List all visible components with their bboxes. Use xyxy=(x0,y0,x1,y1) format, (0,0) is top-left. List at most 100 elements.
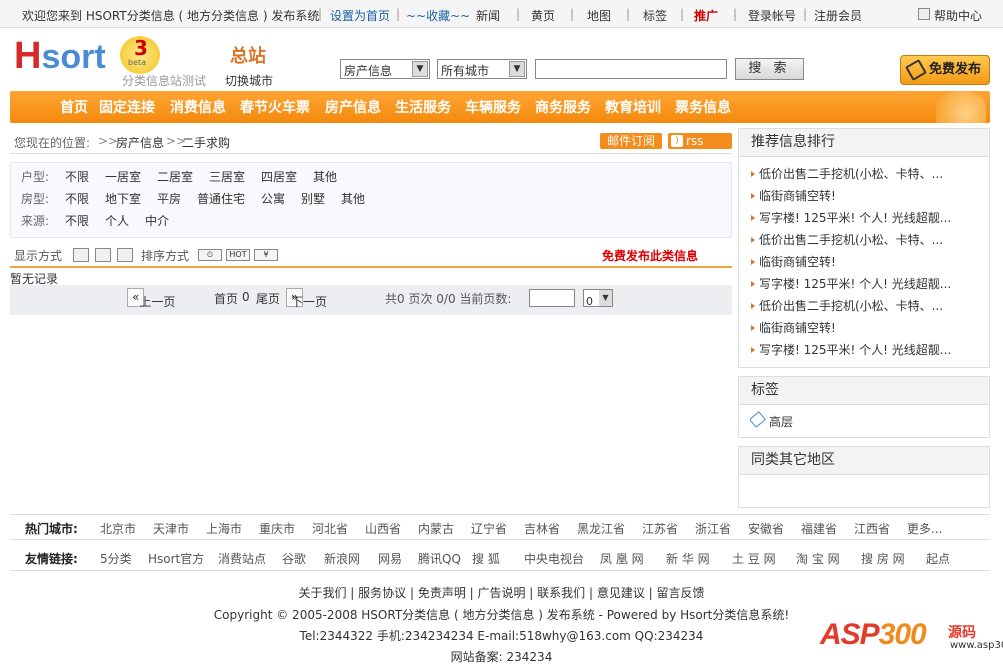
friend-link[interactable]: 搜 房 网 xyxy=(861,550,905,567)
prev-page-button[interactable]: « 上一页 xyxy=(127,288,175,309)
city-link[interactable]: 重庆市 xyxy=(259,520,295,537)
free-post-category-link[interactable]: 免费发布此类信息 xyxy=(602,247,698,264)
friend-link[interactable]: 搜 狐 xyxy=(472,550,500,567)
friend-link[interactable]: 土 豆 网 xyxy=(732,550,776,567)
friend-link[interactable]: 腾讯QQ xyxy=(418,550,461,567)
list-view-icon[interactable] xyxy=(95,248,111,262)
search-button[interactable]: 搜 索 xyxy=(735,58,804,80)
city-link[interactable]: 上海市 xyxy=(206,520,242,537)
city-link[interactable]: 北京市 xyxy=(100,520,136,537)
rank-item[interactable]: 临街商铺空转! xyxy=(751,317,971,339)
breadcrumb-level2[interactable]: 二手求购 xyxy=(182,134,230,151)
yellow-pages-link[interactable]: 黄页 xyxy=(531,7,555,24)
set-home-link[interactable]: 设置为首页 xyxy=(330,7,390,24)
filter-option[interactable]: 其他 xyxy=(313,168,337,185)
nav-tickets[interactable]: 票务信息 xyxy=(675,97,731,117)
nav-consumer[interactable]: 消费信息 xyxy=(170,97,226,117)
filter-option[interactable]: 平房 xyxy=(157,190,181,207)
nav-real-estate[interactable]: 房产信息 xyxy=(325,97,381,117)
city-link[interactable]: 江西省 xyxy=(854,520,890,537)
switch-city-link[interactable]: 切换城市 xyxy=(225,72,273,89)
friend-link[interactable]: Hsort官方 xyxy=(148,550,204,567)
filter-option[interactable]: 个人 xyxy=(105,212,129,229)
friend-link[interactable]: 5分类 xyxy=(100,550,132,567)
friend-link[interactable]: 淘 宝 网 xyxy=(796,550,840,567)
first-page-link[interactable]: 首页 xyxy=(214,290,238,307)
site-logo[interactable]: Hsort xyxy=(14,36,124,76)
city-link[interactable]: 山西省 xyxy=(365,520,401,537)
nav-home[interactable]: 首页 xyxy=(60,97,88,117)
free-post-button[interactable]: 免费发布 xyxy=(900,55,990,85)
login-link[interactable]: 登录帐号 xyxy=(748,7,796,24)
map-link[interactable]: 地图 xyxy=(587,7,611,24)
city-link[interactable]: 天津市 xyxy=(153,520,189,537)
friend-link[interactable]: 谷歌 xyxy=(282,550,306,567)
friend-link[interactable]: 起点 xyxy=(926,550,950,567)
sort-time-icon[interactable]: ⏲ xyxy=(198,249,222,261)
city-link[interactable]: 福建省 xyxy=(801,520,837,537)
favorite-link[interactable]: ~~收藏~~ xyxy=(406,7,470,24)
nav-train-tickets[interactable]: 春节火车票 xyxy=(240,97,310,117)
rank-item[interactable]: 写字楼! 125平米! 个人! 光线超靓... xyxy=(751,273,971,295)
filter-option[interactable]: 一居室 xyxy=(105,168,141,185)
filter-option[interactable]: 不限 xyxy=(65,168,89,185)
nav-vehicles[interactable]: 车辆服务 xyxy=(465,97,521,117)
city-link[interactable]: 江苏省 xyxy=(642,520,678,537)
page-select[interactable]: 0 ▼ xyxy=(583,289,613,308)
nav-business[interactable]: 商务服务 xyxy=(535,97,591,117)
city-link[interactable]: 内蒙古 xyxy=(418,520,454,537)
next-page-button[interactable]: 下一页 » xyxy=(286,288,327,309)
friend-link[interactable]: 网易 xyxy=(378,550,402,567)
city-select[interactable]: 所有城市 ▼ xyxy=(437,59,527,79)
rank-item[interactable]: 低价出售二手挖机(小松、卡特、... xyxy=(751,295,971,317)
promote-link[interactable]: 推广 xyxy=(694,7,718,24)
filter-option[interactable]: 不限 xyxy=(65,212,89,229)
city-link[interactable]: 河北省 xyxy=(312,520,348,537)
filter-option[interactable]: 中介 xyxy=(145,212,169,229)
search-input[interactable] xyxy=(535,59,727,79)
nav-fixed-links[interactable]: 固定连接 xyxy=(99,97,155,117)
mail-subscribe-button[interactable]: 邮件订阅 xyxy=(600,133,662,149)
friend-link[interactable]: 中央电视台 xyxy=(524,550,584,567)
filter-option[interactable]: 二居室 xyxy=(157,168,193,185)
help-link[interactable]: 帮助中心 xyxy=(934,7,982,24)
rank-item[interactable]: 写字楼! 125平米! 个人! 光线超靓... xyxy=(751,339,971,361)
rank-item[interactable]: 低价出售二手挖机(小松、卡特、... xyxy=(751,229,971,251)
sort-price-icon[interactable]: ¥ xyxy=(254,249,278,261)
tag-link[interactable]: 高层 xyxy=(748,411,793,430)
filter-option[interactable]: 地下室 xyxy=(105,190,141,207)
footer-nav[interactable]: 关于我们 | 服务协议 | 免责声明 | 广告说明 | 联系我们 | 意见建议 … xyxy=(0,584,1003,601)
nav-life-services[interactable]: 生活服务 xyxy=(395,97,451,117)
news-link[interactable]: 新闻 xyxy=(476,7,500,24)
rank-item[interactable]: 临街商铺空转! xyxy=(751,251,971,273)
tile-view-icon[interactable] xyxy=(117,248,133,262)
filter-option[interactable]: 三居室 xyxy=(209,168,245,185)
rank-item[interactable]: 临街商铺空转! xyxy=(751,185,971,207)
category-select[interactable]: 房产信息 ▼ xyxy=(340,59,430,79)
friend-link[interactable]: 消费站点 xyxy=(218,550,266,567)
friend-link[interactable]: 凤 凰 网 xyxy=(600,550,644,567)
last-page-link[interactable]: 尾页 xyxy=(256,290,280,307)
tags-link[interactable]: 标签 xyxy=(643,7,667,24)
filter-option[interactable]: 不限 xyxy=(65,190,89,207)
rank-item[interactable]: 写字楼! 125平米! 个人! 光线超靓... xyxy=(751,207,971,229)
page-number-input[interactable] xyxy=(529,289,575,307)
nav-education[interactable]: 教育培训 xyxy=(605,97,661,117)
filter-option[interactable]: 公寓 xyxy=(261,190,285,207)
filter-option[interactable]: 其他 xyxy=(341,190,365,207)
sort-hot-icon[interactable]: HOT xyxy=(226,249,250,261)
filter-option[interactable]: 普通住宅 xyxy=(197,190,245,207)
breadcrumb-level1[interactable]: 房产信息 xyxy=(116,134,164,151)
register-link[interactable]: 注册会员 xyxy=(814,7,862,24)
friend-link[interactable]: 新 华 网 xyxy=(666,550,710,567)
city-link[interactable]: 安徽省 xyxy=(748,520,784,537)
grid-view-icon[interactable] xyxy=(73,248,89,262)
filter-option[interactable]: 四居室 xyxy=(261,168,297,185)
city-link[interactable]: 浙江省 xyxy=(695,520,731,537)
rss-button[interactable]: ) rss xyxy=(668,133,732,149)
city-link[interactable]: 黑龙江省 xyxy=(577,520,625,537)
friend-link[interactable]: 新浪网 xyxy=(324,550,360,567)
rank-item[interactable]: 低价出售二手挖机(小松、卡特、... xyxy=(751,163,971,185)
more-cities-link[interactable]: 更多... xyxy=(907,520,942,537)
city-link[interactable]: 辽宁省 xyxy=(471,520,507,537)
